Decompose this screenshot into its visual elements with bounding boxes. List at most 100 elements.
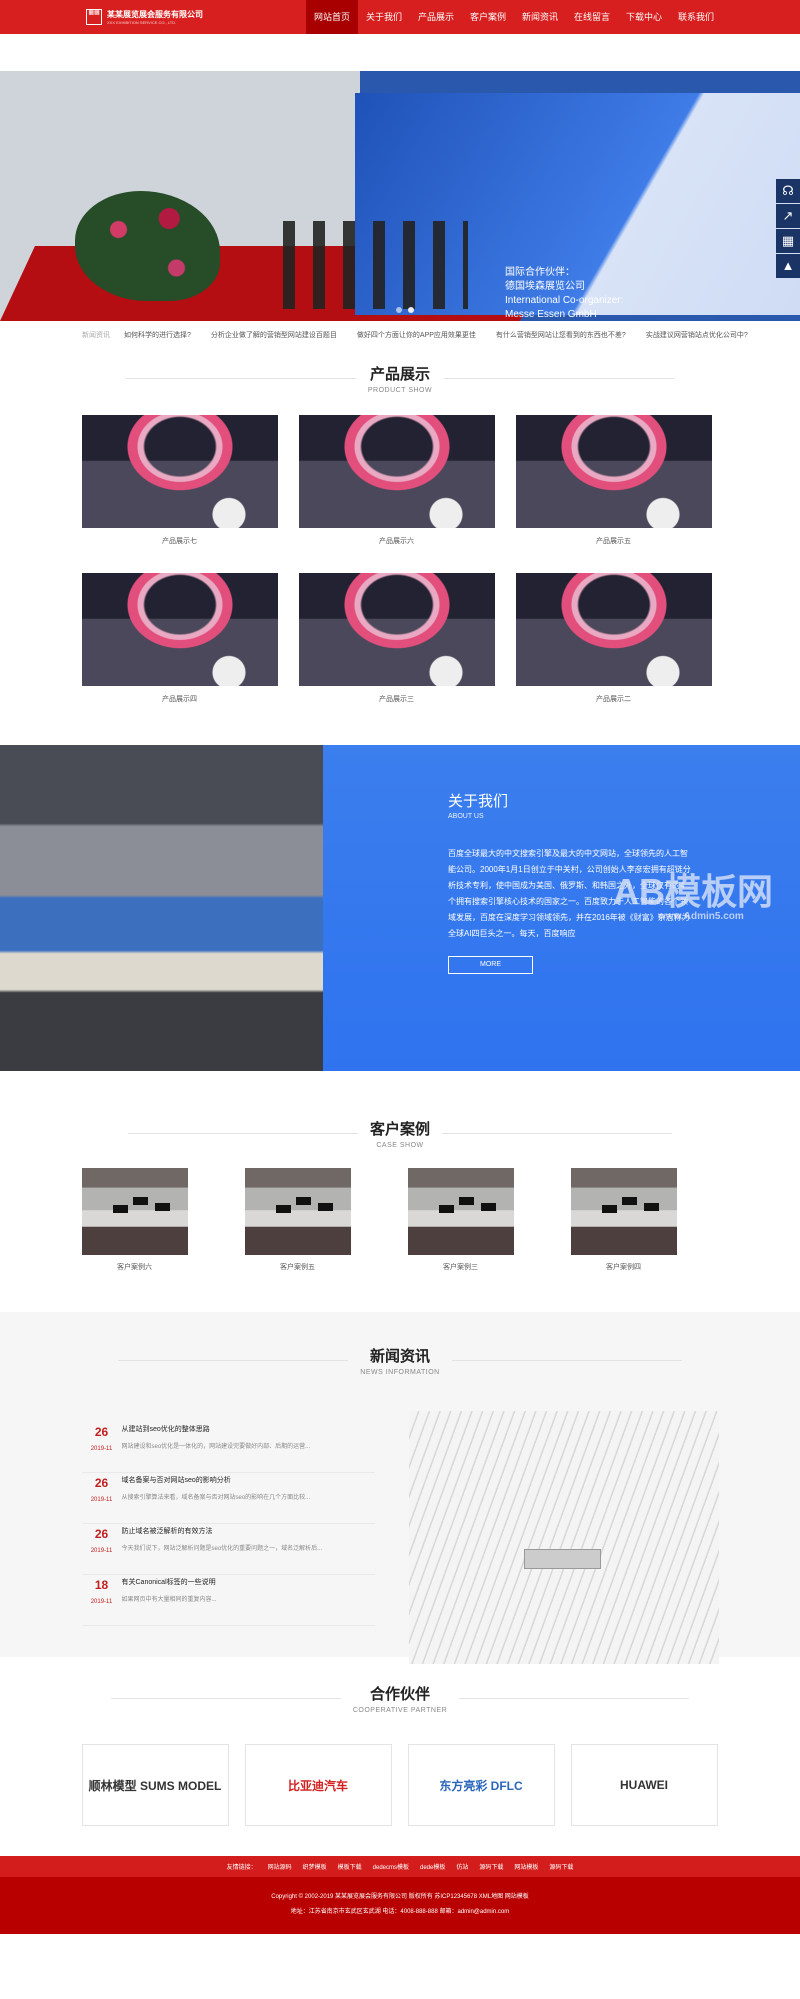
news-ticker-item[interactable]: 分析企业做了解的营销型网站建设百题目 bbox=[211, 330, 337, 340]
watermark-text: AB模板网 bbox=[613, 871, 773, 912]
news-ticker-item[interactable]: 如何科学的进行选择? bbox=[124, 330, 191, 340]
case-image[interactable] bbox=[81, 1168, 188, 1255]
nav-products[interactable]: 产品展示 bbox=[410, 0, 462, 34]
case-card[interactable]: 客户案例六 bbox=[81, 1168, 188, 1272]
footer-link[interactable]: 模板下载 bbox=[338, 1862, 362, 1871]
case-image[interactable] bbox=[570, 1168, 677, 1255]
news-day: 26 bbox=[94, 1476, 109, 1490]
nav-cases[interactable]: 客户案例 bbox=[462, 0, 514, 34]
slider-dot-active[interactable] bbox=[408, 307, 414, 313]
product-name[interactable]: 产品展示六 bbox=[299, 536, 495, 546]
news-ticker-item[interactable]: 做好四个方面让你的APP应用效果更佳 bbox=[357, 330, 476, 340]
slider-dot[interactable] bbox=[396, 307, 402, 313]
watermark-logo: AB模板网 www.Admin5.com bbox=[613, 863, 773, 922]
partner-logo-sums[interactable]: 顺林模型 SUMS MODEL bbox=[81, 1744, 229, 1826]
nav-message[interactable]: 在线留言 bbox=[566, 0, 618, 34]
more-button[interactable]: MORE bbox=[448, 956, 533, 974]
hero-text-line: 国际合作伙伴： bbox=[505, 267, 575, 278]
rocket-icon[interactable]: ▲ bbox=[776, 254, 800, 278]
footer-link[interactable]: dedecms模板 bbox=[373, 1862, 409, 1871]
footer-link[interactable]: 网站源码 bbox=[268, 1862, 292, 1871]
nav-contact[interactable]: 联系我们 bbox=[670, 0, 722, 34]
news-ticker-item[interactable]: 有什么营销型网站让您看到的东西也不差? bbox=[496, 330, 626, 340]
news-item[interactable]: 26 2019-11 域名备案与否对网站seo的影响分析从搜索引擎算法来看，域名备案… bbox=[81, 1473, 375, 1524]
product-card[interactable]: 产品展示二 bbox=[515, 573, 712, 704]
case-card[interactable]: 客户案例三 bbox=[407, 1168, 514, 1272]
logo-title: 某某展览展会服务有限公司 bbox=[107, 10, 203, 19]
partner-logo-dflc[interactable]: 东方亮彩 DFLC bbox=[407, 1744, 555, 1826]
footer-link[interactable]: 源码下载 bbox=[479, 1862, 503, 1871]
case-grid: 客户案例六 客户案例五 客户案例三 客户案例四 bbox=[81, 1168, 719, 1272]
products-subtitle: PRODUCT SHOW bbox=[367, 386, 433, 394]
ceremony-people bbox=[283, 221, 468, 309]
news-feature-image[interactable] bbox=[408, 1411, 719, 1664]
news-title-link[interactable]: 域名备案与否对网站seo的影响分析 bbox=[122, 1475, 311, 1485]
nav-download[interactable]: 下载中心 bbox=[618, 0, 670, 34]
qr-code-icon[interactable]: ▦ bbox=[776, 229, 800, 253]
nav-about[interactable]: 关于我们 bbox=[358, 0, 410, 34]
news-summary: 今天我们说下，网站泛解析问题是seo优化的重要问题之一，域名泛解析后... bbox=[121, 1546, 323, 1552]
partner-logo-byd[interactable]: 比亚迪汽车 bbox=[244, 1744, 392, 1826]
case-card[interactable]: 客户案例五 bbox=[244, 1168, 351, 1272]
footer-link[interactable]: 仿站 bbox=[456, 1862, 468, 1871]
case-image[interactable] bbox=[407, 1168, 514, 1255]
product-name[interactable]: 产品展示二 bbox=[516, 694, 712, 704]
product-card[interactable]: 产品展示七 bbox=[81, 415, 278, 546]
case-name[interactable]: 客户案例四 bbox=[571, 1262, 677, 1272]
news-item[interactable]: 18 2019-11 有关Canonical标签的一些说明 如果网页中有大量相同的重复… bbox=[81, 1575, 375, 1626]
product-card[interactable]: 产品展示六 bbox=[298, 415, 495, 546]
logo-icon: ▦▦ bbox=[86, 9, 102, 25]
product-name[interactable]: 产品展示四 bbox=[82, 694, 278, 704]
news-ticker: 新闻资讯 如何科学的进行选择? 分析企业做了解的营销型网站建设百题目 做好四个方… bbox=[0, 321, 800, 349]
site-header: ▦▦ 某某展览展会服务有限公司 XXX EXHIBITION SERVICE C… bbox=[0, 0, 800, 34]
product-name[interactable]: 产品展示五 bbox=[516, 536, 712, 546]
case-card[interactable]: 客户案例四 bbox=[570, 1168, 677, 1272]
nav-news[interactable]: 新闻资讯 bbox=[514, 0, 566, 34]
product-image[interactable] bbox=[515, 415, 712, 528]
case-name[interactable]: 客户案例三 bbox=[408, 1262, 514, 1272]
share-icon[interactable]: ↗ bbox=[776, 204, 800, 228]
product-image[interactable] bbox=[81, 573, 278, 686]
hero-slider[interactable]: 国际合作伙伴： 德国埃森展览公司 International Co-organi… bbox=[0, 71, 800, 321]
about-panel: 关于我们 ABOUT US 百度全球最大的中文搜索引擎及最大的中文网站，全球领先… bbox=[323, 745, 800, 1071]
conference-photo bbox=[0, 745, 323, 1071]
hero-text-line: 德国埃森展览公司 bbox=[505, 281, 585, 292]
partners-title: 合作伙伴 bbox=[369, 1685, 430, 1703]
news-ticker-item[interactable]: 实战建议网营销站点优化公司中? bbox=[646, 330, 748, 340]
product-name[interactable]: 产品展示七 bbox=[82, 536, 278, 546]
case-image[interactable] bbox=[244, 1168, 351, 1255]
product-card[interactable]: 产品展示四 bbox=[81, 573, 278, 704]
product-card[interactable]: 产品展示三 bbox=[298, 573, 495, 704]
news-month: 2019-11 bbox=[90, 1497, 113, 1503]
headset-icon[interactable]: ☊ bbox=[776, 179, 800, 203]
news-month: 2019-11 bbox=[90, 1548, 113, 1554]
news-summary: 网站建设和seo优化是一体化的，网站建设完要做好内部、后期的运营... bbox=[121, 1444, 311, 1450]
news-item[interactable]: 26 2019-11 防止域名被泛解析的有效方法 今天我们说下，网站泛解析问题是seo… bbox=[81, 1524, 375, 1575]
product-name[interactable]: 产品展示三 bbox=[299, 694, 495, 704]
case-name[interactable]: 客户案例五 bbox=[245, 1262, 351, 1272]
news-item[interactable]: 26 2019-11 从建站到seo优化的整体思路 网站建设和seo优化是一体化的，网… bbox=[81, 1422, 375, 1473]
footer-link[interactable]: 源码下载 bbox=[549, 1862, 573, 1871]
watermark-url: www.Admin5.com bbox=[658, 911, 744, 922]
product-image[interactable] bbox=[298, 573, 495, 686]
footer-link[interactable]: dede模板 bbox=[420, 1862, 445, 1871]
nav-home[interactable]: 网站首页 bbox=[306, 0, 358, 34]
news-title-link[interactable]: 防止域名被泛解析的有效方法 bbox=[122, 1526, 323, 1536]
footer-link[interactable]: 网站模板 bbox=[514, 1862, 538, 1871]
logo-subtitle: XXX EXHIBITION SERVICE CO., LTD. bbox=[107, 20, 177, 25]
news-summary: 从搜索引擎算法来看，域名备案与否对网站seo的影响在几个方面比较... bbox=[121, 1495, 311, 1501]
partner-logo-huawei[interactable]: HUAWEI bbox=[570, 1744, 718, 1826]
product-image[interactable] bbox=[515, 573, 712, 686]
news-title-link[interactable]: 从建站到seo优化的整体思路 bbox=[122, 1424, 311, 1434]
footer-link[interactable]: 织梦模板 bbox=[303, 1862, 327, 1871]
about-subtitle: ABOUT US bbox=[448, 813, 484, 820]
product-image[interactable] bbox=[298, 415, 495, 528]
news-title-link[interactable]: 有关Canonical标签的一些说明 bbox=[122, 1577, 217, 1587]
hero-banner-text: 国际合作伙伴： 德国埃森展览公司 International Co-organi… bbox=[505, 266, 623, 321]
case-name[interactable]: 客户案例六 bbox=[82, 1262, 188, 1272]
product-image[interactable] bbox=[81, 415, 278, 528]
site-logo[interactable]: ▦▦ 某某展览展会服务有限公司 XXX EXHIBITION SERVICE C… bbox=[86, 9, 306, 25]
product-grid: 产品展示七 产品展示六 产品展示五 产品展示四 产品展示三 产品展示二 bbox=[81, 415, 719, 704]
product-card[interactable]: 产品展示五 bbox=[515, 415, 712, 546]
main-navigation: 网站首页 关于我们 产品展示 客户案例 新闻资讯 在线留言 下载中心 联系我们 bbox=[306, 0, 722, 34]
